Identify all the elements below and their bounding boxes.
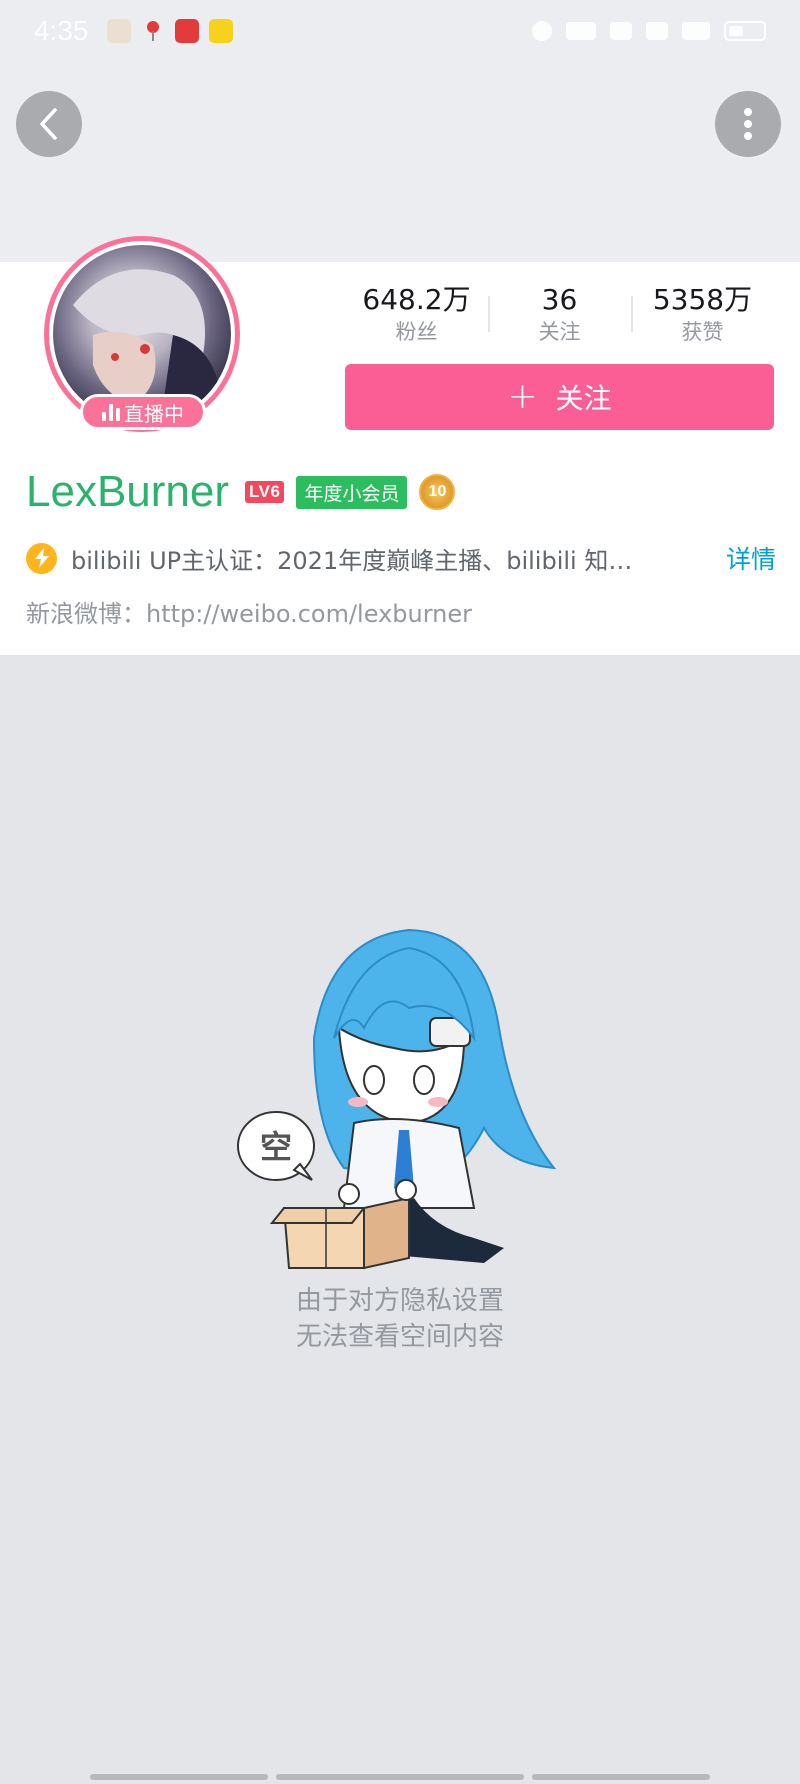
empty-state-illustration: 空 (234, 918, 564, 1278)
empty-state-line1: 由于对方隐私设置 (295, 1286, 504, 1316)
back-button[interactable] (16, 91, 82, 157)
live-label: 直播中 (124, 401, 184, 426)
stat-value: 5358万 (652, 283, 753, 316)
level-badge: LV6 (245, 481, 285, 503)
follow-button[interactable]: + 关注 (345, 364, 774, 430)
stat-value: 36 (541, 283, 578, 316)
stat-label: 关注 (538, 320, 581, 344)
profile-stats: 648.2万 粉丝 36 关注 5358万 获赞 (345, 282, 775, 352)
status-indicators (532, 21, 766, 41)
network-speed-icon (566, 22, 596, 40)
empty-state-line2: 无法查看空间内容 (295, 1322, 504, 1352)
app-notification-icon (106, 19, 131, 43)
stat-label: 获赞 (681, 320, 724, 344)
profile-header-banner: 4:35 (0, 0, 800, 262)
name-row: LexBurner LV6 年度小会员 10 (26, 462, 456, 522)
notification-icons (106, 19, 233, 43)
stat-value: 648.2万 (362, 283, 471, 316)
certification-row: bilibili UP主认证：2021年度巅峰主播、bilibili 知… 详情 (26, 538, 776, 578)
stat-likes[interactable]: 5358万 获赞 (631, 282, 774, 352)
app-notification-icon (208, 19, 233, 43)
wifi-icon (682, 22, 710, 40)
nav-indicator-right (532, 1774, 710, 1780)
battery-icon (724, 21, 766, 41)
live-streaming-badge[interactable]: 直播中 (80, 394, 206, 430)
empty-state-message: 由于对方隐私设置 无法查看空间内容 (0, 1283, 800, 1355)
chevron-left-icon (40, 108, 57, 140)
certification-text: bilibili UP主认证：2021年度巅峰主播、bilibili 知… (71, 546, 633, 575)
plus-icon: + (507, 376, 538, 417)
medal-badge[interactable]: 10 (419, 474, 456, 510)
app-notification-icon (174, 19, 199, 43)
weibo-link[interactable]: 新浪微博：http://weibo.com/lexburner (26, 594, 472, 629)
more-options-button[interactable] (715, 91, 781, 157)
stat-fans[interactable]: 648.2万 粉丝 (345, 282, 488, 352)
hd-icon (646, 22, 668, 40)
nav-indicator-middle (276, 1774, 524, 1780)
live-bars-icon (102, 403, 120, 421)
stat-following[interactable]: 36 关注 (488, 282, 631, 352)
follow-button-label: 关注 (555, 382, 612, 415)
maps-notification-icon (141, 19, 165, 43)
signal-icon (610, 22, 632, 40)
stat-label: 粉丝 (395, 320, 438, 344)
status-time: 4:35 (34, 15, 89, 46)
empty-bubble-text: 空 (260, 1128, 292, 1166)
vertical-dots-icon (744, 108, 752, 140)
status-bar: 4:35 (0, 0, 800, 62)
profile-card: 直播中 648.2万 粉丝 36 关注 5358万 获赞 + 关注 LexBur… (0, 236, 800, 655)
nav-indicator-left (90, 1774, 268, 1780)
lightning-icon (26, 542, 57, 574)
details-link[interactable]: 详情 (726, 540, 776, 576)
vip-badge[interactable]: 年度小会员 (296, 475, 408, 509)
username: LexBurner (26, 467, 230, 516)
alarm-icon (532, 21, 552, 41)
